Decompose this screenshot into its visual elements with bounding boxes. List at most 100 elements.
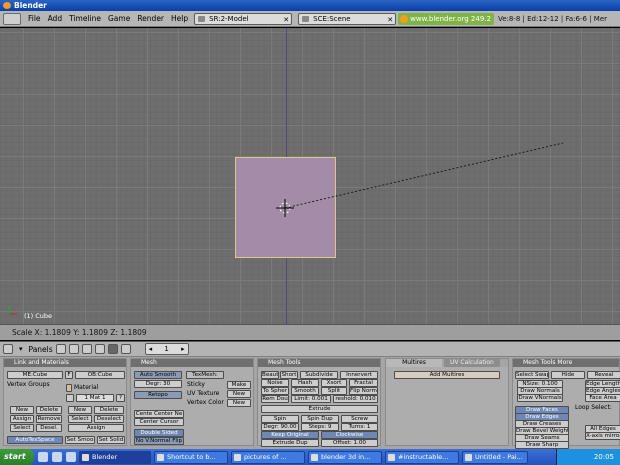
draw-vnormals-toggle[interactable]: Draw VNormals: [517, 394, 563, 402]
material-delete-button[interactable]: Delete: [94, 406, 124, 414]
task-blender[interactable]: Blender: [79, 450, 151, 464]
task-instructables[interactable]: #instructable...: [385, 450, 459, 464]
shading-icon[interactable]: [81, 344, 92, 354]
screen-selector[interactable]: SR:2-Model ✕: [194, 12, 293, 25]
limit-field[interactable]: Limit: 0.001: [291, 395, 331, 403]
menu-game[interactable]: Game: [108, 14, 130, 23]
flip-normals-button[interactable]: Flip Norm: [349, 387, 378, 395]
menu-add[interactable]: Add: [48, 14, 63, 23]
uv-texture-new-button[interactable]: New: [227, 390, 251, 398]
noise-button[interactable]: Noise: [261, 379, 289, 387]
spin-dup-button[interactable]: Spin Dup: [301, 415, 339, 423]
screw-button[interactable]: Screw: [341, 415, 378, 423]
task-blender-3d[interactable]: blender 3d in...: [308, 450, 382, 464]
split-button[interactable]: Split: [321, 387, 347, 395]
vgroup-delete-button[interactable]: Delete: [36, 406, 62, 414]
3d-viewport[interactable]: (1) Cube: [0, 28, 620, 324]
xaxis-mirror-toggle[interactable]: X-axis mirror: [585, 432, 620, 440]
hide-button[interactable]: Hide: [551, 371, 585, 379]
select-swap-button[interactable]: Select Swap: [515, 371, 549, 379]
center-cursor-button[interactable]: Center Cursor: [134, 418, 184, 426]
media-quicklaunch-icon[interactable]: [66, 452, 76, 462]
material-prev-button[interactable]: [66, 394, 74, 402]
material-assign-button[interactable]: Assign: [68, 424, 124, 432]
logic-icon[interactable]: [55, 344, 66, 354]
offset-field[interactable]: Offset: 1.00: [321, 439, 378, 447]
double-sided-toggle[interactable]: Double Sided: [134, 429, 184, 437]
start-button[interactable]: start: [0, 449, 34, 465]
set-solid-button[interactable]: Set Solid: [97, 436, 125, 444]
vgroup-deselect-button[interactable]: Desel.: [36, 424, 62, 432]
hash-button[interactable]: Hash: [291, 379, 319, 387]
mesh-name-field[interactable]: ME:Cube: [7, 371, 63, 379]
chevron-down-icon[interactable]: ▾: [19, 345, 23, 353]
task-pictures[interactable]: pictures of ...: [231, 450, 305, 464]
sticky-make-button[interactable]: Make: [227, 381, 251, 389]
editing-icon[interactable]: [107, 344, 118, 354]
tab-uv-calculation[interactable]: UV Calculation: [443, 359, 500, 367]
centre-new-button[interactable]: Cente Center Ne: [134, 410, 184, 418]
window-type-icon[interactable]: [3, 12, 21, 25]
material-deselect-button[interactable]: Deselect: [94, 415, 124, 423]
vgroup-select-button[interactable]: Select: [10, 424, 34, 432]
no-vnormal-flip-toggle[interactable]: No V.Normal Flip: [134, 437, 184, 445]
auto-smooth-toggle[interactable]: Auto Smooth: [134, 371, 182, 379]
vgroup-new-button[interactable]: New: [10, 406, 34, 414]
object-icon[interactable]: [94, 344, 105, 354]
scene-selector[interactable]: SCE:Scene ✕: [298, 12, 397, 25]
blender-url[interactable]: www.blender.org 249.2: [398, 12, 494, 25]
steps-field[interactable]: Steps: 9: [301, 423, 339, 431]
xsort-button[interactable]: Xsort: [321, 379, 347, 387]
threshold-field[interactable]: reshold: 0.010: [333, 395, 378, 403]
draw-sharp-toggle[interactable]: Draw Sharp: [515, 441, 569, 449]
extrude-button[interactable]: Extrude: [261, 405, 378, 413]
autotexspace-toggle[interactable]: AutoTexSpace: [7, 436, 63, 444]
clockwise-toggle[interactable]: Clockwise: [321, 431, 378, 439]
material-help-button[interactable]: ?: [116, 394, 125, 402]
fractal-button[interactable]: Fractal: [349, 379, 378, 387]
material-index-field[interactable]: 1 Mat 1: [76, 394, 114, 402]
material-select-button[interactable]: Select: [68, 415, 92, 423]
task-shortcut[interactable]: Shortcut to b...: [154, 450, 228, 464]
smooth-button[interactable]: Smooth: [291, 387, 319, 395]
scene-icon[interactable]: [120, 344, 131, 354]
subdivide-button[interactable]: Subdivide: [300, 371, 338, 379]
spin-button[interactable]: Spin: [261, 415, 299, 423]
close-icon[interactable]: ✕: [387, 15, 393, 25]
innervert-button[interactable]: Innervert: [340, 371, 378, 379]
frame-field[interactable]: ◂ 1 ▸: [144, 343, 189, 355]
set-smooth-button[interactable]: Set Smoo: [65, 436, 95, 444]
task-paint[interactable]: Untitled - Pai...: [462, 450, 528, 464]
script-icon[interactable]: [68, 344, 79, 354]
short-toggle[interactable]: Short: [280, 371, 298, 379]
vgroup-remove-button[interactable]: Remove: [36, 415, 62, 423]
keep-original-toggle[interactable]: Keep Original: [261, 431, 319, 439]
extrude-dup-button[interactable]: Extrude Dup: [261, 439, 319, 447]
menu-render[interactable]: Render: [137, 14, 164, 23]
beauty-toggle[interactable]: Beaut: [261, 371, 279, 379]
vertex-color-new-button[interactable]: New: [227, 399, 251, 407]
menu-help[interactable]: Help: [171, 14, 188, 23]
degr-field[interactable]: Degr: 30: [134, 380, 182, 388]
close-icon[interactable]: ✕: [283, 15, 289, 25]
face-area-toggle[interactable]: Face Area: [585, 394, 620, 402]
3d-cursor-icon[interactable]: [276, 199, 294, 217]
texmesh-field[interactable]: TexMesh:: [186, 371, 224, 379]
material-new-button[interactable]: New: [68, 406, 92, 414]
chevron-right-icon[interactable]: ▸: [181, 344, 185, 354]
desktop-quicklaunch-icon[interactable]: [52, 452, 62, 462]
reveal-button[interactable]: Reveal: [587, 371, 620, 379]
turns-field[interactable]: Turns: 1: [341, 423, 378, 431]
to-sphere-button[interactable]: To Spher: [261, 387, 289, 395]
window-type-icon[interactable]: [3, 344, 13, 354]
menu-file[interactable]: File: [28, 14, 41, 23]
tab-multires[interactable]: Multires: [386, 359, 442, 367]
add-multires-button[interactable]: Add Multires: [394, 371, 500, 379]
retopo-toggle[interactable]: Retopo: [134, 391, 182, 399]
fake-user-button[interactable]: F: [65, 371, 73, 379]
chevron-left-icon[interactable]: ◂: [149, 344, 153, 354]
spin-degr-field[interactable]: Degr: 90.00: [261, 423, 299, 431]
browser-quicklaunch-icon[interactable]: [38, 452, 48, 462]
object-name-field[interactable]: OB:Cube: [75, 371, 125, 379]
remove-doubles-button[interactable]: Rem Dou: [261, 395, 289, 403]
